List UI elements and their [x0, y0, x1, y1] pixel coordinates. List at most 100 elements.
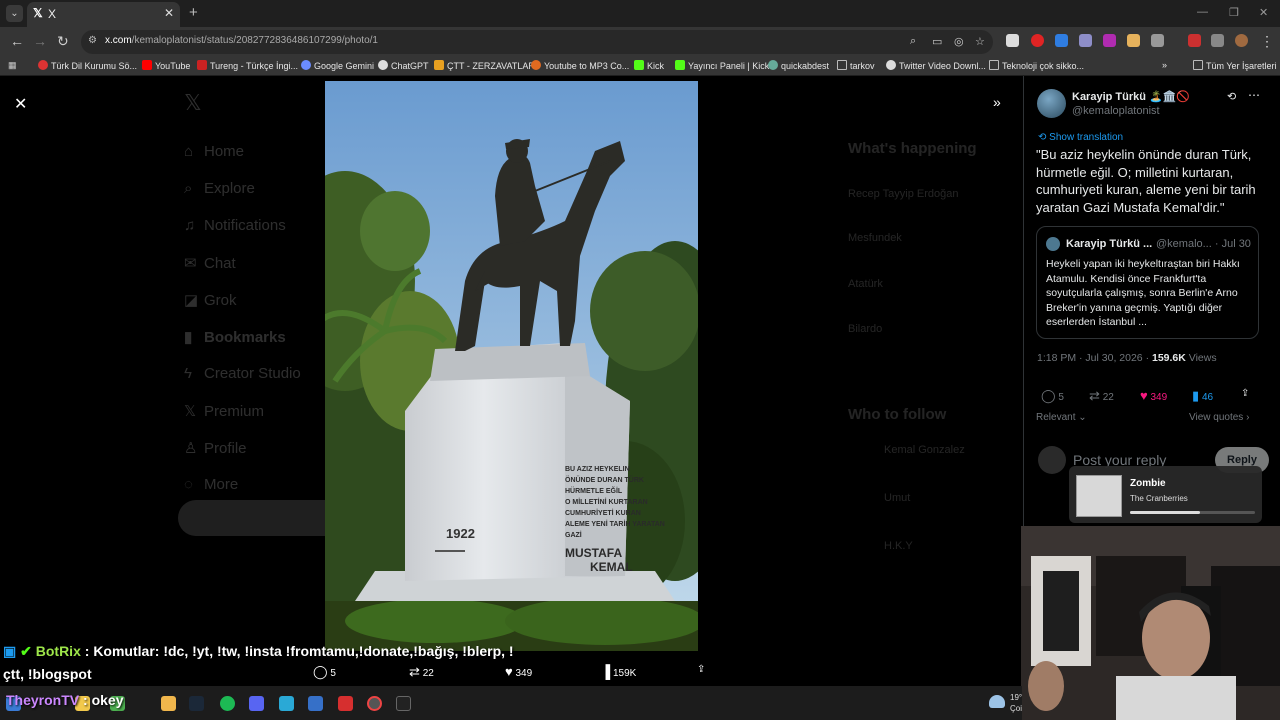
bookmark-favicon-icon	[531, 60, 541, 70]
download-icon[interactable]	[1188, 34, 1201, 47]
bg-nav-label: Explore	[204, 180, 255, 197]
statue-inscription-line: GAZİ	[565, 531, 582, 539]
taskbar-app-icon[interactable]	[308, 696, 323, 711]
grok-icon[interactable]: ⟲	[1227, 90, 1236, 103]
bookmark-item[interactable]: quickabdest	[768, 60, 829, 71]
quoted-tweet[interactable]: Karayip Türkü ... @kemalo... · Jul 30 He…	[1036, 226, 1259, 339]
profile-avatar[interactable]	[1235, 34, 1248, 47]
avatar[interactable]	[1037, 89, 1066, 118]
statue-inscription-line: BU AZIZ HEYKELIN	[565, 466, 630, 473]
bookmark-item[interactable]: Kick	[634, 60, 664, 71]
view-quotes-link[interactable]: View quotes ›	[1189, 412, 1249, 423]
chat-username: BotRix	[35, 643, 81, 659]
bg-follow-item: Umut	[884, 492, 911, 504]
expand-panel-button[interactable]: »	[993, 94, 1001, 110]
bookmark-label: Youtube to MP3 Co...	[544, 61, 630, 71]
restore-button[interactable]: ❐	[1229, 6, 1239, 19]
repost-action[interactable]: ⇄ 22	[1089, 388, 1114, 404]
new-tab-button[interactable]: +	[189, 4, 198, 21]
bookmark-item[interactable]: Youtube to MP3 Co...	[531, 60, 629, 71]
bookmark-item[interactable]: ÇTT - ZERZAVATLAR	[434, 60, 535, 71]
bookmark-item[interactable]: Yayıncı Paneli | Kick	[675, 60, 769, 71]
bookmark-item[interactable]: Twitter Video Downl...	[886, 60, 986, 71]
badge-icon: ▣	[3, 643, 17, 659]
tab-close-icon[interactable]: ✕	[164, 6, 174, 20]
more-options-icon[interactable]: ⋯	[1248, 88, 1260, 102]
terminal-icon[interactable]	[396, 696, 411, 711]
steam-icon[interactable]	[189, 696, 204, 711]
bookmark-item[interactable]: ChatGPT	[378, 60, 429, 71]
all-bookmarks-button[interactable]: Tüm Yer İşaretleri	[1193, 60, 1277, 71]
author-handle[interactable]: @kemaloplatonist	[1072, 105, 1160, 117]
lightning-icon: ϟ	[184, 365, 192, 382]
bookmark-item[interactable]: YouTube	[142, 60, 190, 71]
author-name[interactable]: Karayip Türkü 🏝️🏛️🚫	[1072, 90, 1190, 103]
bookmark-action[interactable]: ▮ 46	[1192, 388, 1213, 404]
star-icon[interactable]: ☆	[975, 35, 985, 48]
extension-icon[interactable]	[1079, 34, 1092, 47]
site-info-icon[interactable]: ⚙	[88, 35, 97, 46]
forward-button[interactable]: →	[33, 33, 47, 49]
repost-count: 22	[1102, 392, 1114, 403]
extension-icon[interactable]	[1031, 34, 1044, 47]
bookmark-label: Türk Dil Kurumu Sö...	[51, 61, 138, 71]
verified-icon: ✔	[20, 643, 32, 659]
now-playing-widget: Zombie The Cranberries	[1069, 466, 1262, 523]
reading-list-icon[interactable]	[1211, 34, 1224, 47]
close-window-button[interactable]: ✕	[1259, 6, 1268, 19]
apps-grid-icon[interactable]: ▦	[8, 60, 17, 71]
bookmark-item[interactable]: Teknoloji çok sikko...	[989, 60, 1084, 71]
show-translation-link[interactable]: ⟲ Show translation	[1038, 132, 1123, 143]
close-photo-button[interactable]: ✕	[14, 94, 27, 114]
like-action[interactable]: ♥ 349	[1140, 388, 1167, 403]
bg-nav-label: Bookmarks	[204, 329, 286, 346]
zoom-icon[interactable]: ⌕	[910, 35, 916, 48]
bookmark-favicon-icon	[142, 60, 152, 70]
statue-inscription-line: ÖNÜNDE DURAN TÜRK	[565, 475, 644, 484]
photo-like-action[interactable]: ♥ 349	[505, 664, 532, 679]
bookmark-favicon-icon	[434, 60, 444, 70]
reload-button[interactable]: ↻	[57, 33, 69, 50]
tab-search-button[interactable]: ⌄	[6, 5, 23, 22]
minimize-button[interactable]: —	[1197, 6, 1208, 18]
tweet-photo[interactable]: 1922 BU AZIZ HEYKELIN ÖNÜNDE DURAN TÜRK …	[325, 81, 698, 651]
bookmark-item[interactable]: Tureng - Türkçe İngi...	[197, 60, 298, 71]
bookmark-item[interactable]: Türk Dil Kurumu Sö...	[38, 60, 137, 71]
statue-name-top: MUSTAFA	[565, 546, 622, 560]
chrome-icon[interactable]	[367, 696, 382, 711]
photo-like-count: 349	[515, 668, 533, 679]
extension-icon[interactable]	[1055, 34, 1068, 47]
bookmarks-overflow-button[interactable]: »	[1162, 60, 1167, 70]
back-button[interactable]: ←	[10, 33, 24, 49]
explorer-icon[interactable]	[161, 696, 176, 711]
reply-action[interactable]: ◯ 5	[1041, 388, 1064, 404]
cast-icon[interactable]: ▭	[932, 35, 942, 48]
reply-icon: ◯	[313, 664, 328, 679]
bell-icon: ♫	[184, 217, 196, 234]
discord-icon[interactable]	[249, 696, 264, 711]
taskbar-app-icon[interactable]	[279, 696, 294, 711]
weather-day: Çoi	[1010, 704, 1023, 713]
address-bar[interactable]: ⚙ x.com/kemaloplatonist/status/208277283…	[81, 30, 993, 54]
extension-icon[interactable]	[1127, 34, 1140, 47]
bookmark-item[interactable]: tarkov	[837, 60, 875, 71]
photo-share-icon[interactable]: ⇪	[697, 664, 705, 675]
song-title: Zombie	[1130, 478, 1166, 489]
bg-follow-item: Kemal Gonzalez	[884, 444, 965, 456]
bookmark-item[interactable]: Google Gemini	[301, 60, 374, 71]
reply-sort-dropdown[interactable]: Relevant ⌄	[1036, 412, 1087, 423]
bg-nav-item: ⌕ Explore	[184, 180, 255, 197]
menu-kebab-icon[interactable]: ⋮	[1260, 33, 1274, 50]
eye-off-icon[interactable]: ◎	[954, 35, 964, 48]
photo-repost-action[interactable]: ⇄ 22	[409, 664, 434, 680]
extension-icon[interactable]	[1103, 34, 1116, 47]
weather-icon[interactable]	[989, 695, 1005, 708]
photo-reply-action[interactable]: ◯ 5	[313, 664, 336, 680]
spotify-icon[interactable]	[220, 696, 235, 711]
photo-views-action[interactable]: ▐ 159K	[601, 664, 636, 679]
tab-x[interactable]: 𝕏 X ✕	[27, 2, 180, 27]
extensions-puzzle-icon[interactable]	[1151, 34, 1164, 47]
pdf-icon[interactable]	[338, 696, 353, 711]
extension-icon[interactable]	[1006, 34, 1019, 47]
share-icon[interactable]: ⇪	[1241, 388, 1249, 399]
